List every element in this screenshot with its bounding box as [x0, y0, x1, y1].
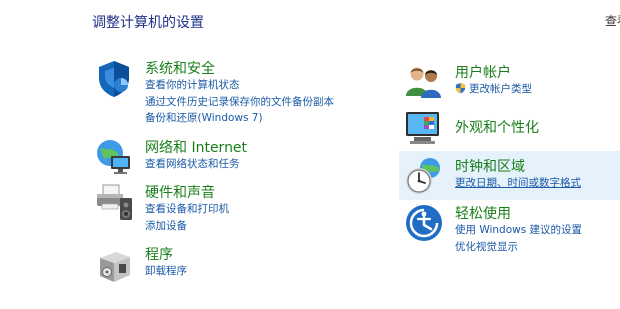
category-ease-of-access: 轻松使用 使用 Windows 建议的设置 优化视觉显示 [404, 203, 614, 253]
link-backup-restore[interactable]: 备份和还原(Windows 7) [145, 110, 334, 127]
uac-shield-icon [455, 82, 466, 94]
category-system-security: 系统和安全 查看你的计算机状态 通过文件历史记录保存你的文件备份副本 备份和还原… [94, 58, 354, 128]
category-title-network-internet[interactable]: 网络和 Internet [145, 137, 247, 157]
category-title-ease-of-access[interactable]: 轻松使用 [455, 203, 511, 223]
category-title-appearance-personalization[interactable]: 外观和个性化 [455, 117, 539, 137]
link-devices-printers[interactable]: 查看设备和打印机 [145, 201, 229, 218]
category-network-internet: 网络和 Internet 查看网络状态和任务 [94, 137, 354, 177]
category-appearance-personalization: 外观和个性化 [404, 108, 614, 150]
category-hardware-sound: 硬件和声音 查看设备和打印机 添加设备 [94, 182, 354, 232]
clock-globe-icon [406, 158, 440, 194]
view-by-label[interactable]: 查看 [605, 12, 620, 29]
shield-icon [99, 61, 129, 97]
link-change-date-time-format[interactable]: 更改日期、时间或数字格式 [455, 175, 581, 192]
link-file-history-backup[interactable]: 通过文件历史记录保存你的文件备份副本 [145, 94, 334, 111]
category-title-system-security[interactable]: 系统和安全 [145, 58, 215, 78]
users-icon [406, 67, 441, 98]
printer-speaker-icon [97, 184, 132, 220]
link-add-device[interactable]: 添加设备 [145, 218, 229, 235]
category-programs: 程序 卸载程序 [94, 244, 354, 284]
category-title-programs[interactable]: 程序 [145, 244, 173, 264]
link-change-account-type[interactable]: 更改帐户类型 [455, 81, 532, 98]
monitor-palette-icon [406, 112, 439, 144]
link-network-status[interactable]: 查看网络状态和任务 [145, 156, 240, 173]
programs-box-icon [100, 252, 130, 282]
category-title-user-accounts[interactable]: 用户帐户 [455, 62, 511, 82]
page-title: 调整计算机的设置 [92, 15, 204, 31]
link-uninstall-program[interactable]: 卸载程序 [145, 263, 187, 280]
link-optimize-visual-display[interactable]: 优化视觉显示 [455, 239, 582, 256]
category-user-accounts: 用户帐户 更改帐户类型 [404, 62, 614, 102]
category-title-hardware-sound[interactable]: 硬件和声音 [145, 182, 215, 202]
category-title-clock-region[interactable]: 时钟和区域 [455, 156, 525, 176]
ease-of-access-icon [406, 205, 442, 241]
link-view-computer-status[interactable]: 查看你的计算机状态 [145, 77, 334, 94]
category-clock-region: 时钟和区域 更改日期、时间或数字格式 [404, 156, 614, 196]
link-change-account-type-label: 更改帐户类型 [469, 83, 532, 95]
network-globe-icon [97, 140, 130, 174]
link-windows-recommended-settings[interactable]: 使用 Windows 建议的设置 [455, 222, 582, 239]
